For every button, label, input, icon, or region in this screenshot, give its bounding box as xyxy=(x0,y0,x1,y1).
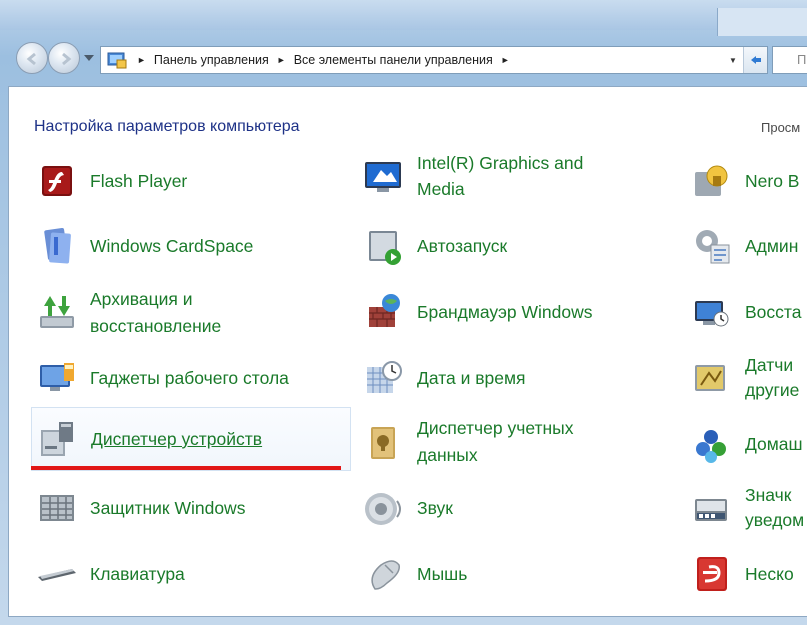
item-label: Автозапуск xyxy=(417,236,508,256)
back-button[interactable] xyxy=(16,42,48,74)
item-label: Датчи другие xyxy=(745,355,800,400)
control-panel-icon xyxy=(107,52,127,69)
item-device-manager[interactable]: Диспетчер устройств xyxy=(31,407,351,471)
defender-icon xyxy=(40,495,74,521)
page-title: Настройка параметров компьютера xyxy=(34,118,300,135)
explorer-window: ► Панель управления ► Все элементы панел… xyxy=(0,0,807,625)
item-windows-firewall[interactable]: Брандмауэр Windows xyxy=(361,285,679,339)
keyboard-icon xyxy=(38,569,76,581)
admin-tools-icon xyxy=(696,230,730,264)
item-flash-player[interactable]: Flash Player xyxy=(34,154,352,208)
sensors-icon xyxy=(695,365,725,391)
item-label: Неско xyxy=(745,564,794,584)
item-label: Intel(R) Graphics and Media xyxy=(417,154,584,199)
item-label: Диспетчер учетных данных xyxy=(417,418,574,465)
item-autoplay[interactable]: Автозапуск xyxy=(361,219,679,273)
sound-icon xyxy=(365,493,401,525)
breadcrumb-control-panel[interactable]: Панель управления xyxy=(154,53,269,67)
item-recovery[interactable]: Восста xyxy=(689,285,807,339)
item-fonts[interactable]: Неско xyxy=(689,547,807,601)
item-label: Домаш xyxy=(745,434,803,454)
item-mouse[interactable]: Мышь xyxy=(361,547,679,601)
firewall-icon xyxy=(369,294,400,327)
navigation-row: ► Панель управления ► Все элементы панел… xyxy=(0,38,807,78)
title-bar-buttons-area xyxy=(717,8,807,36)
datetime-icon xyxy=(367,361,402,393)
arrow-right-icon xyxy=(62,52,72,66)
item-keyboard[interactable]: Клавиатура xyxy=(34,547,352,601)
item-backup-restore[interactable]: Архивация и восстановление xyxy=(34,285,352,341)
item-label: Значк уведом xyxy=(745,485,805,530)
item-date-time[interactable]: Дата и время xyxy=(361,351,679,405)
item-label: Nero B xyxy=(745,171,800,191)
item-label: Гаджеты рабочего стола xyxy=(90,368,289,388)
item-sensors[interactable]: Датчи другие xyxy=(689,351,807,405)
mouse-icon xyxy=(371,560,400,590)
item-label: Диспетчер устройств xyxy=(91,429,263,449)
item-admin-tools[interactable]: Админ xyxy=(689,219,807,273)
content-pane: Настройка параметров компьютера Просм Fl… xyxy=(8,86,807,617)
breadcrumb-separator[interactable]: ► xyxy=(137,55,146,65)
item-label: Админ xyxy=(745,236,799,256)
item-intel-graphics[interactable]: Intel(R) Graphics and Media xyxy=(361,154,679,204)
homegroup-icon xyxy=(696,430,726,463)
breadcrumb-separator[interactable]: ► xyxy=(501,55,510,65)
item-label: Windows CardSpace xyxy=(90,236,254,256)
item-label: Брандмауэр Windows xyxy=(417,302,593,322)
history-dropdown-icon[interactable] xyxy=(84,55,94,61)
item-label: Восста xyxy=(745,302,802,322)
item-label: Звук xyxy=(417,498,453,518)
nero-icon xyxy=(695,165,728,196)
device-manager-icon xyxy=(41,422,73,456)
address-bar[interactable]: ► Панель управления ► Все элементы панел… xyxy=(100,46,768,74)
item-windows-cardspace[interactable]: Windows CardSpace xyxy=(34,219,352,273)
search-input[interactable]: П xyxy=(772,46,807,74)
gadgets-icon xyxy=(40,363,74,391)
item-label: Мышь xyxy=(417,564,468,584)
flash-icon xyxy=(42,166,72,196)
backup-icon xyxy=(40,296,74,328)
fonts-icon xyxy=(697,557,727,591)
address-dropdown-icon[interactable]: ▼ xyxy=(725,47,741,73)
breadcrumb-separator[interactable]: ► xyxy=(277,55,286,65)
item-windows-defender[interactable]: Защитник Windows xyxy=(34,481,352,535)
item-label: Защитник Windows xyxy=(90,498,246,518)
item-desktop-gadgets[interactable]: Гаджеты рабочего стола xyxy=(34,351,352,405)
item-notification-icons[interactable]: Значк уведом xyxy=(689,481,807,535)
item-label: Дата и время xyxy=(417,368,526,388)
notification-icons-icon xyxy=(695,499,727,521)
credential-manager-icon xyxy=(371,427,395,459)
item-label: Flash Player xyxy=(90,171,188,191)
item-credential-manager[interactable]: Диспетчер учетных данных xyxy=(361,413,679,471)
item-sound[interactable]: Звук xyxy=(361,481,679,535)
view-by-label[interactable]: Просм xyxy=(761,120,800,135)
refresh-icon xyxy=(750,56,761,64)
breadcrumb-all-items[interactable]: Все элементы панели управления xyxy=(294,53,493,67)
item-label: Архивация и восстановление xyxy=(90,289,222,336)
title-bar xyxy=(0,0,807,30)
cardspace-icon xyxy=(44,228,71,264)
arrow-left-icon xyxy=(26,52,36,66)
item-nero[interactable]: Nero B xyxy=(689,154,807,208)
recovery-icon xyxy=(695,301,729,327)
forward-button[interactable] xyxy=(48,42,80,74)
intel-graphics-icon xyxy=(365,162,401,192)
autoplay-icon xyxy=(369,231,401,265)
item-homegroup[interactable]: Домаш xyxy=(689,417,807,471)
item-label: Клавиатура xyxy=(90,564,185,584)
highlight-underline xyxy=(31,466,341,470)
refresh-button[interactable] xyxy=(743,47,767,73)
